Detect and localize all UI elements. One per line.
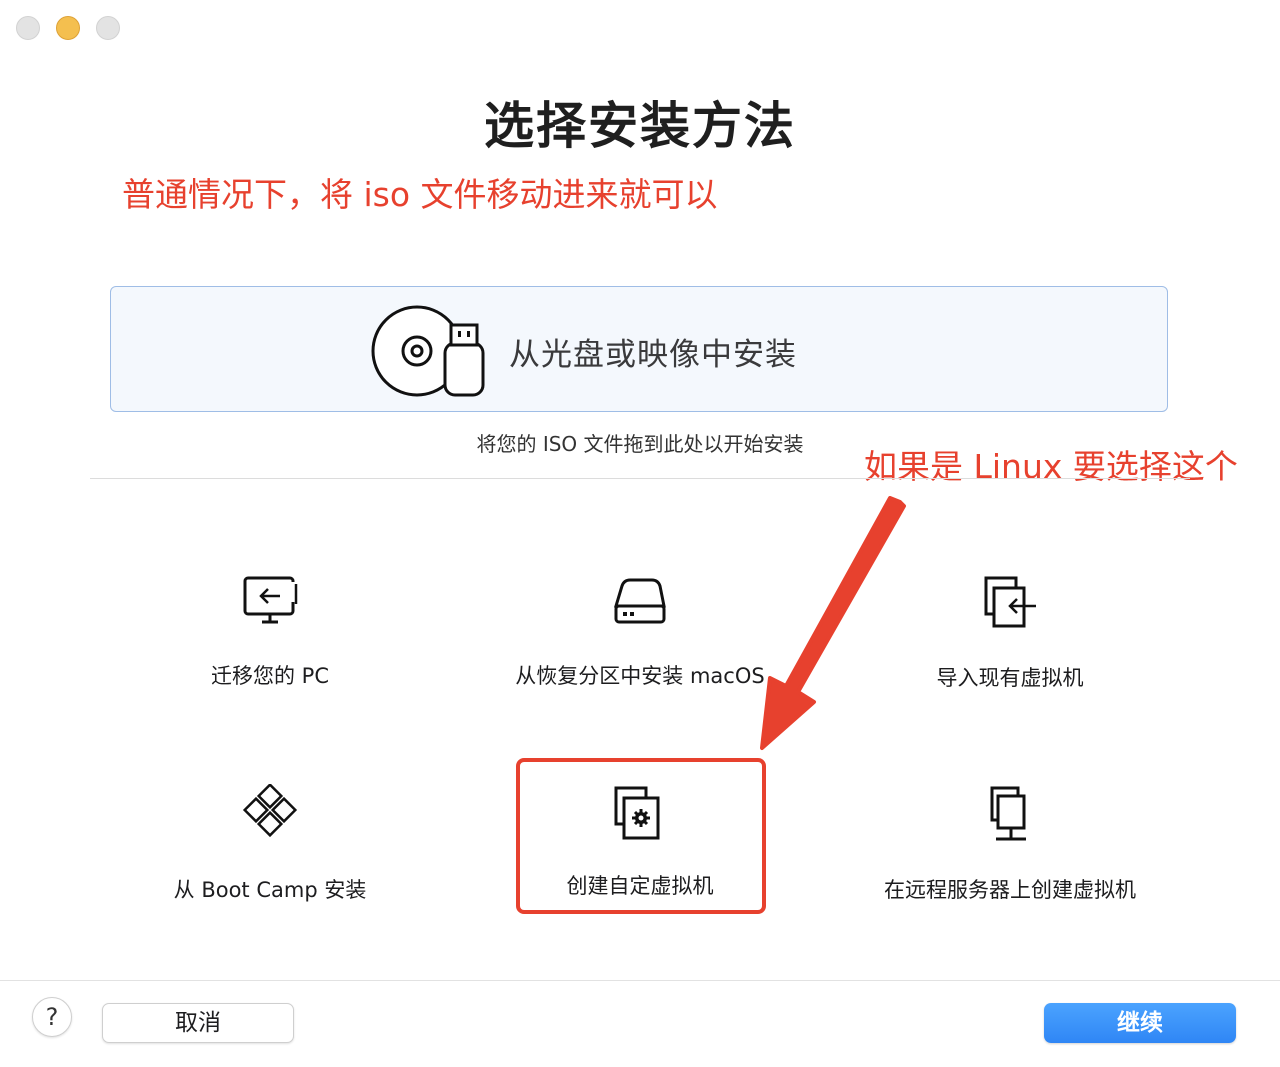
close-window-button[interactable] [16, 16, 40, 40]
hard-drive-icon [613, 578, 666, 624]
annotation-linux-note: 如果是 Linux 要选择这个 [864, 447, 1238, 486]
drop-zone-label: 从光盘或映像中安装 [509, 337, 797, 373]
page-title: 选择安装方法 [484, 97, 796, 155]
option-import-vm[interactable]: 导入现有虚拟机 [860, 574, 1160, 714]
zoom-window-button[interactable] [96, 16, 120, 40]
window-controls [16, 16, 120, 40]
remote-server-icon [990, 786, 1026, 841]
option-label: 迁移您的 PC [210, 664, 329, 688]
annotation-highlight-box [516, 758, 766, 914]
cancel-button[interactable]: 取消 [102, 1003, 294, 1043]
minimize-window-button[interactable] [56, 16, 80, 40]
option-recovery-macos[interactable]: 从恢复分区中安装 macOS [490, 574, 790, 714]
option-label: 从恢复分区中安装 macOS [515, 664, 765, 688]
option-label: 在远程服务器上创建虚拟机 [884, 878, 1136, 902]
footer-bar: ? 取消 继续 [0, 980, 1280, 1067]
section-divider [90, 478, 1190, 479]
option-label: 从 Boot Camp 安装 [173, 878, 367, 902]
option-migrate-pc[interactable]: 迁移您的 PC [120, 574, 420, 714]
disc-usb-icon [371, 305, 485, 397]
boot-camp-icon [242, 784, 298, 838]
import-vm-icon [984, 576, 1036, 628]
continue-button[interactable]: 继续 [1044, 1003, 1236, 1043]
option-label: 导入现有虚拟机 [936, 666, 1084, 690]
iso-drop-zone[interactable]: 从光盘或映像中安装 [110, 286, 1168, 412]
option-boot-camp[interactable]: 从 Boot Camp 安装 [120, 784, 420, 924]
option-remote-server[interactable]: 在远程服务器上创建虚拟机 [860, 784, 1160, 924]
migrate-pc-icon [243, 576, 298, 624]
help-button[interactable]: ? [32, 997, 72, 1037]
annotation-iso-note: 普通情况下，将 iso 文件移动进来就可以 [122, 175, 718, 214]
